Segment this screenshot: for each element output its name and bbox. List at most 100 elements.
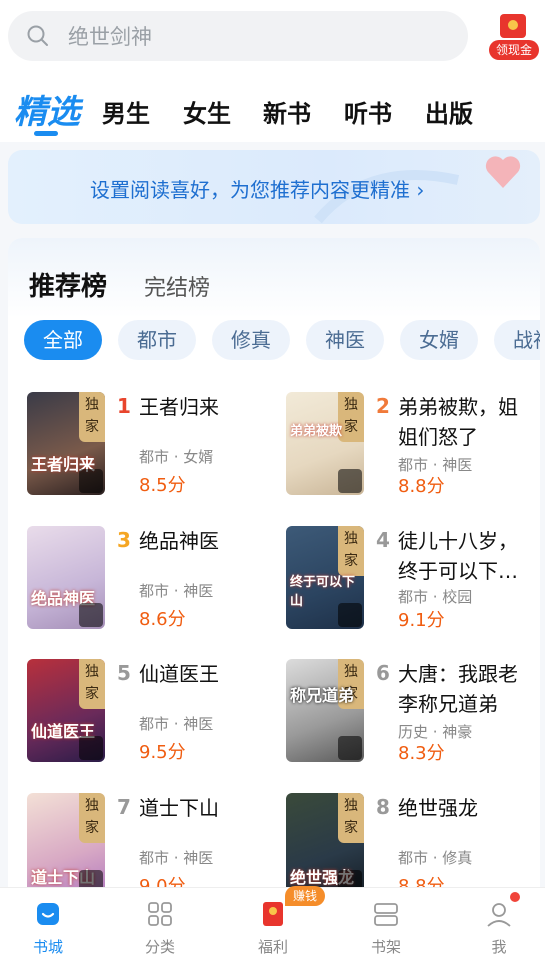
rank-number: 4	[376, 528, 390, 552]
nav-label: 我	[491, 938, 507, 956]
book-cover[interactable]: 独家 王者归来	[27, 392, 105, 495]
book-title: 仙道医王	[139, 662, 219, 686]
book-tags: 都市 · 神医	[139, 715, 214, 733]
book-item[interactable]: 独家 绝世强龙 8 绝世强龙 都市 · 修真 8.8分	[286, 793, 536, 898]
rank-number: 5	[117, 661, 131, 685]
book-tags: 都市 · 校园	[398, 588, 473, 606]
book-title: 绝品神医	[139, 529, 219, 553]
tab-recommended-list[interactable]: 推荐榜	[29, 266, 107, 303]
book-item[interactable]: 独家 称兄道弟 6 大唐：我跟老李称兄道弟 历史 · 神豪 8.3分	[286, 659, 536, 769]
tab-audiobooks[interactable]: 听书	[344, 94, 392, 129]
nav-label: 福利	[257, 938, 288, 956]
cash-button[interactable]: 领现金	[487, 10, 539, 62]
top-bar: 绝世剑神 领现金	[0, 0, 545, 70]
user-icon	[487, 903, 511, 927]
cover-title: 称兄道弟	[290, 686, 355, 705]
tab-female[interactable]: 女生	[183, 94, 231, 129]
chip-all[interactable]: 全部	[24, 320, 102, 360]
book-cover[interactable]: 独家 仙道医王	[27, 659, 105, 762]
grid-icon	[148, 902, 172, 926]
rank-number: 3	[117, 528, 131, 552]
book-title: 王者归来	[139, 395, 219, 419]
chip-doctor[interactable]: 神医	[306, 320, 384, 360]
book-tags: 都市 · 修真	[398, 849, 473, 867]
book-tags: 都市 · 神医	[139, 582, 214, 600]
book-title: 大唐：我跟老李称兄道弟	[398, 662, 518, 716]
earn-badge: 赚钱	[285, 886, 325, 906]
tab-publishing[interactable]: 出版	[425, 94, 473, 129]
red-envelope-icon	[263, 902, 283, 926]
bottom-nav: 书城 分类 福利 赚钱 书架 我	[0, 886, 545, 960]
book-tags: 都市 · 神医	[139, 849, 214, 867]
chip-war-god[interactable]: 战神	[494, 320, 540, 360]
rank-number: 7	[117, 795, 131, 819]
nav-profile[interactable]: 我	[459, 888, 539, 960]
book-item[interactable]: 绝品神医 3 绝品神医 都市 · 神医 8.6分	[27, 526, 277, 636]
book-score: 9.5分	[139, 742, 186, 763]
headphones-icon	[79, 469, 103, 493]
book-title: 弟弟被欺，姐姐们怒了	[398, 395, 518, 449]
book-cover[interactable]: 独家 弟弟被欺	[286, 392, 364, 495]
cover-title: 弟弟被欺	[290, 424, 343, 439]
chip-son-in-law[interactable]: 女婿	[400, 320, 478, 360]
nav-label: 书城	[32, 938, 63, 956]
book-score: 8.8分	[398, 476, 445, 497]
rank-number: 1	[117, 394, 131, 418]
ranking-card: 推荐榜 完结榜 全部 都市 修真 神医 女婿 战神 独家 王者归来 1 王者归来…	[8, 238, 540, 898]
tab-new-books[interactable]: 新书	[263, 94, 311, 129]
rank-number: 2	[376, 394, 390, 418]
headphones-icon	[338, 736, 362, 760]
book-cover[interactable]: 独家 道士下山	[27, 793, 105, 896]
category-tabs: 精选 男生 女生 新书 听书 出版	[0, 70, 545, 142]
book-title: 道士下山	[139, 796, 219, 820]
book-tags: 都市 · 女婿	[139, 448, 214, 466]
red-envelope-icon	[500, 14, 526, 38]
chip-cultivation[interactable]: 修真	[212, 320, 290, 360]
preference-banner[interactable]: 设置阅读喜好，为您推荐内容更精准 ›	[8, 150, 540, 224]
exclusive-badge: 独家	[79, 659, 105, 709]
book-score: 9.1分	[398, 610, 445, 631]
exclusive-badge: 独家	[79, 793, 105, 843]
book-title: 绝世强龙	[398, 796, 478, 820]
tab-featured[interactable]: 精选	[14, 85, 80, 136]
book-score: 8.6分	[139, 609, 186, 630]
book-item[interactable]: 独家 终于可以下山 4 徒儿十八岁，终于可以下… 都市 · 校园 9.1分	[286, 526, 536, 636]
nav-label: 书架	[370, 938, 401, 956]
banner-text: 设置阅读喜好，为您推荐内容更精准 ›	[90, 178, 425, 202]
book-item[interactable]: 独家 道士下山 7 道士下山 都市 · 神医 9.0分	[27, 793, 277, 898]
exclusive-badge: 独家	[338, 526, 364, 576]
exclusive-badge: 独家	[79, 392, 105, 442]
bookstore-icon	[37, 903, 59, 925]
nav-bookshelf[interactable]: 书架	[346, 888, 426, 960]
rank-number: 6	[376, 661, 390, 685]
book-cover[interactable]: 独家 终于可以下山	[286, 526, 364, 629]
rank-number: 8	[376, 795, 390, 819]
headphones-icon	[338, 469, 362, 493]
tab-completed-list[interactable]: 完结榜	[144, 270, 210, 302]
book-item[interactable]: 独家 仙道医王 5 仙道医王 都市 · 神医 9.5分	[27, 659, 277, 769]
tab-male[interactable]: 男生	[102, 94, 150, 129]
book-cover[interactable]: 独家 称兄道弟	[286, 659, 364, 762]
cash-label: 领现金	[489, 40, 539, 60]
search-icon	[27, 25, 48, 46]
headphones-icon	[338, 603, 362, 627]
book-title: 徒儿十八岁，终于可以下…	[398, 529, 518, 583]
nav-bookstore[interactable]: 书城	[8, 888, 88, 960]
nav-categories[interactable]: 分类	[120, 888, 200, 960]
notification-dot	[508, 890, 522, 904]
headphones-icon	[79, 603, 103, 627]
nav-label: 分类	[144, 938, 175, 956]
book-cover[interactable]: 独家 绝世强龙	[286, 793, 364, 896]
heart-icon	[485, 156, 521, 188]
chip-urban[interactable]: 都市	[118, 320, 196, 360]
search-placeholder: 绝世剑神	[68, 25, 152, 49]
bookshelf-icon	[374, 903, 398, 926]
book-cover[interactable]: 绝品神医	[27, 526, 105, 629]
book-score: 8.5分	[139, 475, 186, 496]
search-input[interactable]: 绝世剑神	[8, 11, 468, 61]
book-item[interactable]: 独家 弟弟被欺 2 弟弟被欺，姐姐们怒了 都市 · 神医 8.8分	[286, 392, 536, 502]
exclusive-badge: 独家	[338, 793, 364, 843]
book-score: 8.3分	[398, 743, 445, 764]
book-item[interactable]: 独家 王者归来 1 王者归来 都市 · 女婿 8.5分	[27, 392, 277, 502]
headphones-icon	[79, 736, 103, 760]
